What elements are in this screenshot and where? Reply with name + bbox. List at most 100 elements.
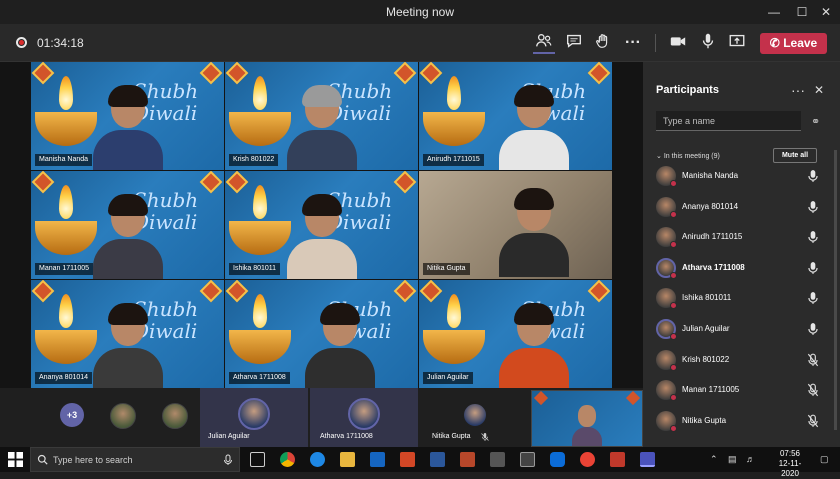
section-header[interactable]: ⌄ In this meeting (9)	[656, 152, 720, 160]
participant-row[interactable]: Ananya 801014	[643, 193, 840, 223]
network-icon[interactable]: ▤	[728, 454, 737, 465]
share-screen-icon[interactable]	[726, 32, 748, 54]
rangoli-icon	[393, 280, 417, 303]
tile-name: Anirudh 1711015	[423, 154, 484, 166]
participant-row[interactable]: Anirudh 1711015	[643, 223, 840, 253]
edge-icon[interactable]	[310, 452, 325, 467]
microphone-icon[interactable]	[697, 32, 719, 54]
panel-close-icon[interactable]: ✕	[814, 83, 824, 97]
photos-icon[interactable]	[580, 452, 595, 467]
panel-more-icon[interactable]: ···	[791, 82, 805, 98]
microphone-icon[interactable]	[807, 200, 819, 214]
more-participants-button[interactable]: +3	[60, 403, 84, 427]
minimize-button[interactable]: —	[760, 2, 788, 22]
mic-muted-icon[interactable]	[807, 353, 819, 367]
video-tile-atharva[interactable]: Shubh Diwali Atharva 1711008	[225, 280, 418, 388]
participant-row[interactable]: Ishika 801011	[643, 284, 840, 314]
calculator-icon[interactable]	[490, 452, 505, 467]
microphone-icon[interactable]	[807, 322, 819, 336]
chevron-down-icon: ⌄	[656, 153, 662, 160]
video-tile-krish[interactable]: Shubh Diwali Krish 801022	[225, 62, 418, 170]
windows-start-icon[interactable]	[8, 452, 23, 467]
mic-muted-icon[interactable]	[807, 383, 819, 397]
participants-icon[interactable]	[533, 32, 555, 54]
strip-tile-nitika[interactable]: Nitika Gupta	[422, 388, 530, 447]
participant-row[interactable]: Manan 1711005	[643, 376, 840, 406]
microphone-icon[interactable]	[807, 291, 819, 305]
file-explorer-icon[interactable]	[340, 452, 355, 467]
diya-lamp-icon	[35, 330, 97, 364]
video-tile-manan[interactable]: Shubh Diwali Manan 1711005	[31, 171, 224, 279]
leave-button[interactable]: ✆ Leave	[760, 33, 827, 54]
diya-flame-icon	[59, 294, 73, 328]
tile-name: Nitika Gupta	[423, 263, 470, 275]
task-view-icon[interactable]	[250, 452, 265, 467]
chat-icon[interactable]	[563, 32, 585, 54]
participant-row[interactable]: Nitika Gupta	[643, 407, 840, 437]
presence-dot	[670, 424, 677, 432]
diya-flame-icon	[447, 76, 461, 110]
leave-label: Leave	[783, 36, 818, 50]
taskbar-clock[interactable]: 07:56 12-11-2020	[770, 449, 810, 479]
diya-lamp-icon	[423, 112, 485, 146]
strip-tile-atharva[interactable]: Atharva 1711008	[310, 388, 418, 447]
diya-flame-icon	[59, 185, 73, 219]
volume-icon[interactable]: ♬	[746, 454, 755, 464]
panel-scrollbar[interactable]	[834, 150, 837, 430]
camera-icon[interactable]	[667, 32, 689, 54]
outlook-icon[interactable]	[370, 452, 385, 467]
participant-video	[499, 188, 569, 277]
word-icon[interactable]	[430, 452, 445, 467]
share-link-icon[interactable]: ⚭	[811, 115, 820, 128]
microphone-icon[interactable]	[807, 261, 819, 275]
participant-row[interactable]: Krish 801022	[643, 346, 840, 376]
participant-thumbnail[interactable]	[110, 403, 136, 429]
tile-name: Manisha Nanda	[35, 154, 93, 166]
presence-dot	[670, 210, 677, 218]
close-window-button[interactable]: ✕	[812, 2, 840, 22]
zoom-icon[interactable]	[550, 452, 565, 467]
media-app-icon[interactable]	[610, 452, 625, 467]
participant-name: Atharva 1711008	[682, 262, 745, 272]
avatar	[348, 398, 380, 430]
acrobat-icon[interactable]	[460, 452, 475, 467]
video-tile-ananya[interactable]: Shubh Diwali Ananya 801014	[31, 280, 224, 388]
microphone-icon	[224, 454, 232, 465]
rangoli-icon	[419, 62, 443, 85]
powerpoint-icon[interactable]	[400, 452, 415, 467]
calendar-icon[interactable]	[520, 452, 535, 467]
strip-name: Julian Aguilar	[208, 433, 250, 440]
strip-tile-julian[interactable]: Julian Aguilar	[200, 388, 308, 447]
participant-row[interactable]: Julian Aguilar	[643, 315, 840, 345]
video-tile-manisha[interactable]: Shubh Diwali Manisha Nanda	[31, 62, 224, 170]
teams-icon[interactable]	[640, 452, 655, 467]
participant-row[interactable]: Manisha Nanda	[643, 162, 840, 192]
participant-video	[305, 303, 375, 388]
mic-muted-icon[interactable]	[807, 414, 819, 428]
video-tile-nitika[interactable]: Nitika Gupta	[419, 171, 612, 279]
participant-search-input[interactable]	[656, 111, 801, 131]
raise-hand-icon[interactable]	[592, 32, 614, 54]
video-tile-anirudh[interactable]: Shubh Diwali Anirudh 1711015	[419, 62, 612, 170]
rangoli-icon	[199, 171, 223, 194]
mute-all-button[interactable]: Mute all	[773, 148, 817, 163]
presence-dot	[670, 302, 677, 310]
microphone-icon[interactable]	[807, 230, 819, 244]
participant-thumbnail[interactable]	[162, 403, 188, 429]
rangoli-icon	[419, 280, 443, 303]
participant-row[interactable]: Atharva 1711008	[643, 254, 840, 284]
participant-name: Ananya 801014	[682, 201, 739, 211]
video-tile-ishika[interactable]: Shubh Diwali Ishika 801011	[225, 171, 418, 279]
diya-lamp-icon	[35, 221, 97, 255]
presence-dot	[670, 363, 677, 371]
taskbar-search-box[interactable]: Type here to search	[30, 447, 240, 472]
presence-dot	[670, 271, 677, 279]
diya-flame-icon	[253, 294, 267, 328]
microphone-icon[interactable]	[807, 169, 819, 183]
chrome-icon[interactable]	[280, 452, 295, 467]
video-tile-julian[interactable]: Shubh Diwali Julian Aguilar	[419, 280, 612, 388]
self-view-video[interactable]	[531, 390, 643, 447]
notifications-icon[interactable]: ▢	[820, 454, 829, 465]
tray-chevron-up-icon[interactable]: ⌃	[710, 454, 718, 465]
more-options-icon[interactable]: ···	[622, 32, 644, 54]
